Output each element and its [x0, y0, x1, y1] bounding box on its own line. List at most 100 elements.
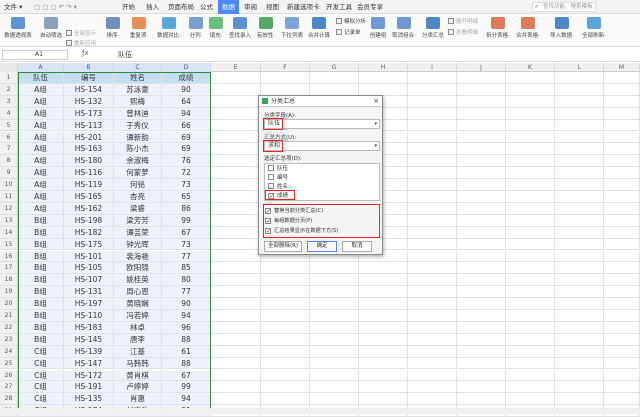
empty-cell[interactable]: [457, 381, 506, 394]
menu-insert[interactable]: 插入: [146, 0, 159, 14]
data-cell[interactable]: HS-198: [64, 214, 114, 227]
data-cell[interactable]: HS-145: [64, 333, 114, 346]
empty-cell[interactable]: [555, 238, 604, 251]
empty-cell[interactable]: [604, 321, 640, 334]
empty-cell[interactable]: [310, 310, 359, 322]
data-cell[interactable]: HS-183: [64, 321, 114, 334]
menu-home[interactable]: 开始: [122, 0, 135, 14]
empty-cell[interactable]: [506, 381, 555, 394]
empty-cell[interactable]: [604, 72, 640, 84]
empty-cell[interactable]: [604, 250, 640, 263]
data-cell[interactable]: A组: [18, 107, 64, 120]
empty-cell[interactable]: [408, 345, 457, 358]
horizontal-scrollbar[interactable]: [0, 408, 640, 414]
empty-cell[interactable]: [211, 107, 261, 120]
empty-cell[interactable]: [604, 95, 640, 108]
checkbox-checked-icon[interactable]: ✓: [265, 208, 271, 215]
empty-cell[interactable]: [506, 72, 555, 84]
empty-cell[interactable]: [506, 167, 555, 180]
empty-cell[interactable]: [408, 393, 457, 406]
empty-cell[interactable]: [555, 107, 604, 120]
empty-cell[interactable]: [408, 357, 457, 370]
empty-cell[interactable]: [604, 274, 640, 287]
merge-table-button[interactable]: 合并表格·: [514, 14, 542, 47]
data-cell[interactable]: HS-154: [64, 83, 114, 96]
empty-cell[interactable]: [211, 72, 261, 84]
data-cell[interactable]: HS-173: [64, 107, 114, 120]
empty-cell[interactable]: [506, 214, 555, 227]
data-cell[interactable]: HS-110: [64, 310, 114, 322]
empty-cell[interactable]: [211, 321, 261, 334]
empty-cell[interactable]: [555, 286, 604, 299]
empty-cell[interactable]: [457, 357, 506, 370]
header-cell[interactable]: 姓名: [114, 72, 162, 84]
empty-cell[interactable]: [261, 321, 310, 334]
row-number[interactable]: 5: [0, 119, 18, 132]
cancel-button[interactable]: 取消: [342, 241, 372, 252]
empty-cell[interactable]: [555, 333, 604, 346]
empty-cell[interactable]: [457, 167, 506, 180]
empty-cell[interactable]: [359, 83, 408, 96]
record-form-button[interactable]: 记录单: [336, 29, 361, 38]
ungroup-button[interactable]: 取消组合·: [390, 14, 418, 47]
empty-cell[interactable]: [604, 238, 640, 251]
empty-cell[interactable]: [408, 202, 457, 215]
empty-cell[interactable]: [211, 191, 261, 203]
row-number[interactable]: 24: [0, 345, 18, 358]
data-cell[interactable]: 67: [162, 369, 211, 382]
option-replace-current[interactable]: ✓ 替换当前分类汇总(C): [265, 207, 323, 215]
data-cell[interactable]: 69: [162, 131, 211, 144]
column-header-g[interactable]: G: [310, 63, 359, 72]
empty-cell[interactable]: [604, 298, 640, 310]
empty-cell[interactable]: [359, 72, 408, 84]
empty-cell[interactable]: [604, 393, 640, 406]
data-cell[interactable]: HS-147: [64, 357, 114, 370]
empty-cell[interactable]: [261, 274, 310, 287]
row-number[interactable]: 2: [0, 83, 18, 96]
data-cell[interactable]: HS-139: [64, 345, 114, 358]
show-all-button[interactable]: 全部显示: [66, 30, 96, 39]
empty-cell[interactable]: [211, 131, 261, 144]
data-cell[interactable]: 梁芳芳: [114, 214, 162, 227]
column-header-f[interactable]: F: [261, 63, 310, 72]
empty-cell[interactable]: [457, 226, 506, 239]
empty-cell[interactable]: [506, 119, 555, 132]
row-number[interactable]: 7: [0, 143, 18, 156]
empty-cell[interactable]: [457, 95, 506, 108]
empty-cell[interactable]: [457, 369, 506, 382]
empty-cell[interactable]: [310, 381, 359, 394]
checkbox-icon[interactable]: [268, 174, 274, 180]
row-number[interactable]: 3: [0, 95, 18, 108]
empty-cell[interactable]: [555, 321, 604, 334]
empty-cell[interactable]: [555, 369, 604, 382]
empty-cell[interactable]: [604, 286, 640, 299]
empty-cell[interactable]: [261, 310, 310, 322]
empty-cell[interactable]: [359, 286, 408, 299]
data-cell[interactable]: 周心恩: [114, 286, 162, 299]
empty-cell[interactable]: [211, 167, 261, 180]
empty-cell[interactable]: [604, 369, 640, 382]
option-page-break[interactable]: ✓ 每组数据分页(P): [265, 217, 312, 225]
empty-cell[interactable]: [604, 310, 640, 322]
data-cell[interactable]: 69: [162, 143, 211, 156]
empty-cell[interactable]: [457, 202, 506, 215]
column-header-b[interactable]: B: [64, 63, 114, 72]
column-header-h[interactable]: H: [359, 63, 408, 72]
empty-cell[interactable]: [211, 250, 261, 263]
sort-button[interactable]: 排序·: [102, 14, 124, 47]
empty-cell[interactable]: [211, 298, 261, 310]
data-cell[interactable]: 唐李: [114, 333, 162, 346]
empty-cell[interactable]: [211, 119, 261, 132]
data-cell[interactable]: 77: [162, 250, 211, 263]
column-header-l[interactable]: L: [555, 63, 604, 72]
quick-access-toolbar[interactable]: ▢ ▢ ▢ ↶ ↷ ▾: [34, 0, 77, 14]
data-cell[interactable]: B组: [18, 226, 64, 239]
empty-cell[interactable]: [310, 298, 359, 310]
empty-cell[interactable]: [211, 83, 261, 96]
data-cell[interactable]: 欧阳锦: [114, 262, 162, 275]
empty-cell[interactable]: [261, 381, 310, 394]
empty-cell[interactable]: [555, 274, 604, 287]
checkbox-checked-icon[interactable]: ✓: [265, 218, 271, 225]
column-header-c[interactable]: C: [114, 63, 162, 72]
empty-cell[interactable]: [457, 238, 506, 251]
